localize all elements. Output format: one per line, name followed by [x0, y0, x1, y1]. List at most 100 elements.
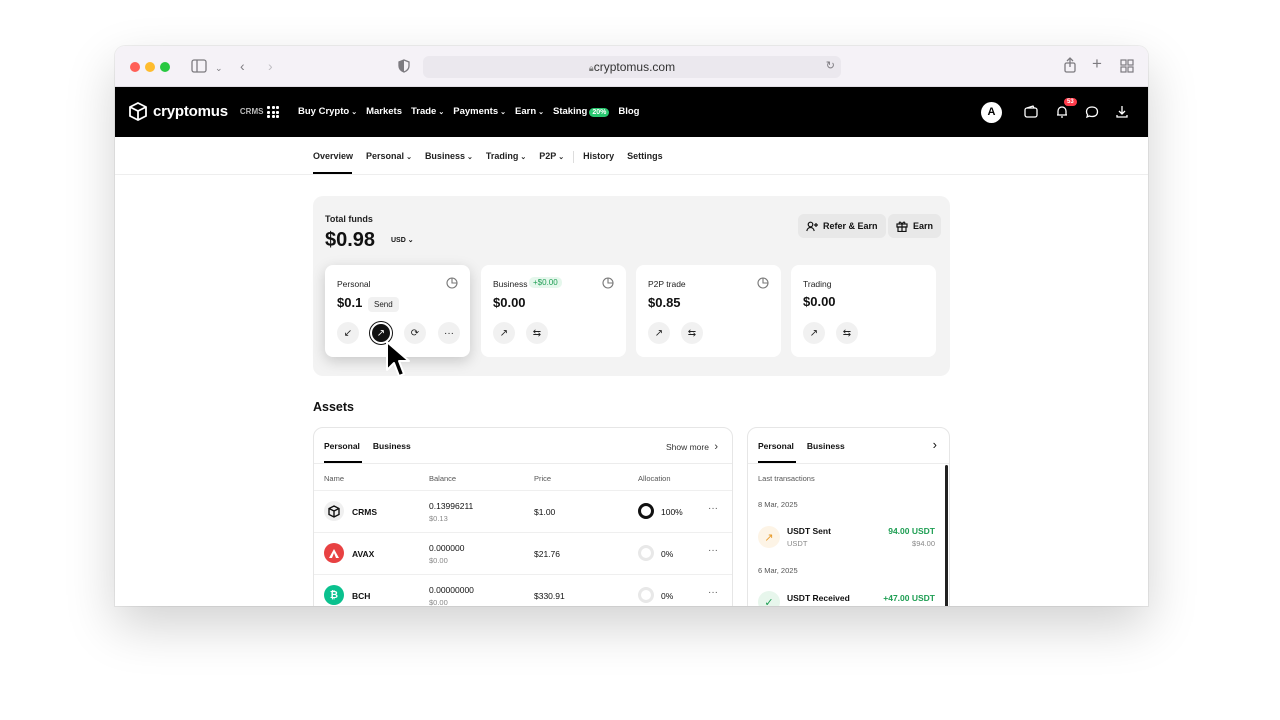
nav-buy-crypto[interactable]: Buy Crypto ⌄ — [298, 106, 357, 117]
more-dots-icon[interactable]: ··· — [708, 503, 718, 514]
pie-chart-icon[interactable] — [757, 277, 769, 289]
column-header-name[interactable]: Name — [324, 474, 344, 483]
chevron-down-icon[interactable]: ⌄ — [215, 60, 223, 76]
nav-blog[interactable]: Blog — [618, 106, 639, 117]
card-label: P2P trade — [648, 279, 686, 289]
tab-p2p[interactable]: P2P ⌄ — [539, 151, 564, 163]
send-button[interactable]: ↗ — [803, 322, 825, 344]
tx-tab-personal[interactable]: Personal — [758, 441, 794, 451]
more-dots-icon[interactable]: ··· — [708, 545, 718, 556]
total-funds-label: Total funds — [325, 214, 373, 224]
chevron-down-icon: ⌄ — [500, 109, 506, 116]
send-button[interactable]: ↗ — [493, 322, 515, 344]
trading-wallet-card[interactable]: Trading $0.00 ↗ ⇆ — [791, 265, 936, 357]
cryptomus-logo[interactable]: cryptomus CRMS — [129, 102, 263, 121]
card-label: Business — [493, 279, 528, 289]
new-tab-icon[interactable]: + — [1092, 55, 1102, 72]
avatar[interactable]: A — [981, 102, 1002, 123]
column-header-allocation[interactable]: Allocation — [638, 474, 671, 483]
table-row[interactable]: AVAX 0.000000 $0.00 $21.76 0% ··· — [314, 532, 732, 574]
main-nav: Buy Crypto ⌄ Markets Trade ⌄ Payments ⌄ Ear… — [298, 106, 639, 117]
coin-balance: 0.13996211 — [429, 501, 474, 511]
transfer-button[interactable]: ⇆ — [836, 322, 858, 344]
close-window-button[interactable] — [130, 62, 140, 72]
tx-title: USDT Received — [787, 593, 850, 603]
column-header-price[interactable]: Price — [534, 474, 551, 483]
crms-coin-icon — [324, 501, 344, 521]
receive-button[interactable]: ↙ — [337, 322, 359, 344]
chevron-right-icon[interactable]: › — [933, 437, 937, 452]
total-funds-value: $0.98 — [325, 229, 376, 251]
forward-icon[interactable]: › — [268, 58, 273, 74]
reload-icon[interactable]: ↻ — [826, 59, 835, 72]
tab-business[interactable]: Business ⌄ — [425, 151, 473, 163]
allocation-ring — [638, 587, 654, 603]
chevron-down-icon: ⌄ — [438, 109, 445, 116]
pie-chart-icon[interactable] — [446, 277, 458, 289]
bell-icon[interactable] — [1055, 105, 1069, 119]
received-check-icon: ✓ — [758, 591, 780, 606]
send-tooltip: Send — [368, 297, 399, 312]
send-button[interactable]: ↗ — [648, 322, 670, 344]
brand-name: cryptomus — [153, 103, 228, 120]
pie-chart-icon[interactable] — [602, 277, 614, 289]
currency-select[interactable]: USD ⌄ — [391, 236, 414, 244]
card-value: $0.00 — [493, 295, 526, 310]
table-row[interactable]: ₿ BCH 0.00000000 $0.00 $330.91 0% ··· — [314, 574, 732, 606]
business-wallet-card[interactable]: Business +$0.00 $0.00 ↗ ⇆ — [481, 265, 626, 357]
tab-settings[interactable]: Settings — [627, 151, 663, 163]
nav-label: Staking — [553, 106, 588, 117]
account-subnav: Overview Personal ⌄ Business ⌄ Trading ⌄ P2… — [115, 137, 1148, 175]
currency-value: USD — [391, 237, 406, 244]
card-delta: +$0.00 — [529, 277, 562, 288]
tab-history[interactable]: History — [583, 151, 614, 163]
tx-amount-usd: $94.00 — [912, 539, 935, 548]
transfer-arrows-icon: ⇆ — [532, 327, 542, 339]
coin-name: BCH — [352, 591, 371, 601]
p2p-wallet-card[interactable]: P2P trade $0.85 ↗ ⇆ — [636, 265, 781, 357]
coin-name: AVAX — [352, 549, 375, 559]
notification-badge: 53 — [1064, 98, 1077, 106]
show-more-link[interactable]: Show more › — [666, 441, 718, 453]
transfer-button[interactable]: ⇆ — [526, 322, 548, 344]
privacy-shield-icon[interactable] — [398, 59, 410, 73]
zoom-window-button[interactable] — [160, 62, 170, 72]
chat-icon[interactable] — [1085, 105, 1099, 119]
transfer-button[interactable]: ⇆ — [681, 322, 703, 344]
wallet-icon[interactable] — [1024, 105, 1038, 119]
tab-overview-icon[interactable] — [1120, 59, 1134, 73]
brand-tag: CRMS — [239, 107, 264, 116]
more-button[interactable]: ··· — [438, 322, 460, 344]
minimize-window-button[interactable] — [145, 62, 155, 72]
address-bar[interactable]: 🔒︎cryptomus.com ↻ — [423, 56, 841, 78]
assets-heading: Assets — [313, 400, 354, 414]
arrow-up-right-icon: ↗ — [376, 327, 386, 339]
nav-staking[interactable]: Staking 20% — [553, 106, 610, 117]
browser-toolbar: ⌄ ‹ › 🔒︎cryptomus.com ↻ + — [115, 46, 1148, 87]
earn-button[interactable]: Earn — [888, 214, 942, 238]
bch-coin-icon: ₿ — [324, 585, 344, 605]
download-icon[interactable] — [1115, 105, 1129, 119]
scrollbar[interactable] — [945, 465, 948, 606]
transactions-panel: Personal Business › Last transactions 8 … — [747, 427, 950, 606]
nav-payments[interactable]: Payments ⌄ — [453, 106, 506, 117]
tab-trading[interactable]: Trading ⌄ — [486, 151, 526, 163]
nav-markets[interactable]: Markets — [366, 106, 402, 117]
assets-tab-business[interactable]: Business — [373, 441, 411, 451]
avax-coin-icon — [324, 543, 344, 563]
show-more-label: Show more — [665, 442, 709, 452]
tab-overview[interactable]: Overview — [313, 151, 353, 163]
table-row[interactable]: CRMS 0.13996211 $0.13 $1.00 100% ··· — [314, 490, 732, 532]
share-icon[interactable] — [1063, 57, 1077, 73]
assets-tab-personal[interactable]: Personal — [324, 441, 360, 451]
nav-trade[interactable]: Trade ⌄ — [411, 106, 444, 117]
refer-earn-button[interactable]: Refer & Earn — [798, 214, 886, 238]
sidebar-toggle-icon[interactable] — [191, 59, 207, 73]
column-header-balance[interactable]: Balance — [429, 474, 456, 483]
back-icon[interactable]: ‹ — [240, 58, 245, 74]
more-dots-icon[interactable]: ··· — [708, 587, 718, 598]
apps-grid-icon[interactable] — [267, 106, 279, 118]
nav-earn[interactable]: Earn ⌄ — [515, 106, 544, 117]
tab-personal[interactable]: Personal ⌄ — [366, 151, 412, 163]
tx-tab-business[interactable]: Business — [807, 441, 845, 451]
